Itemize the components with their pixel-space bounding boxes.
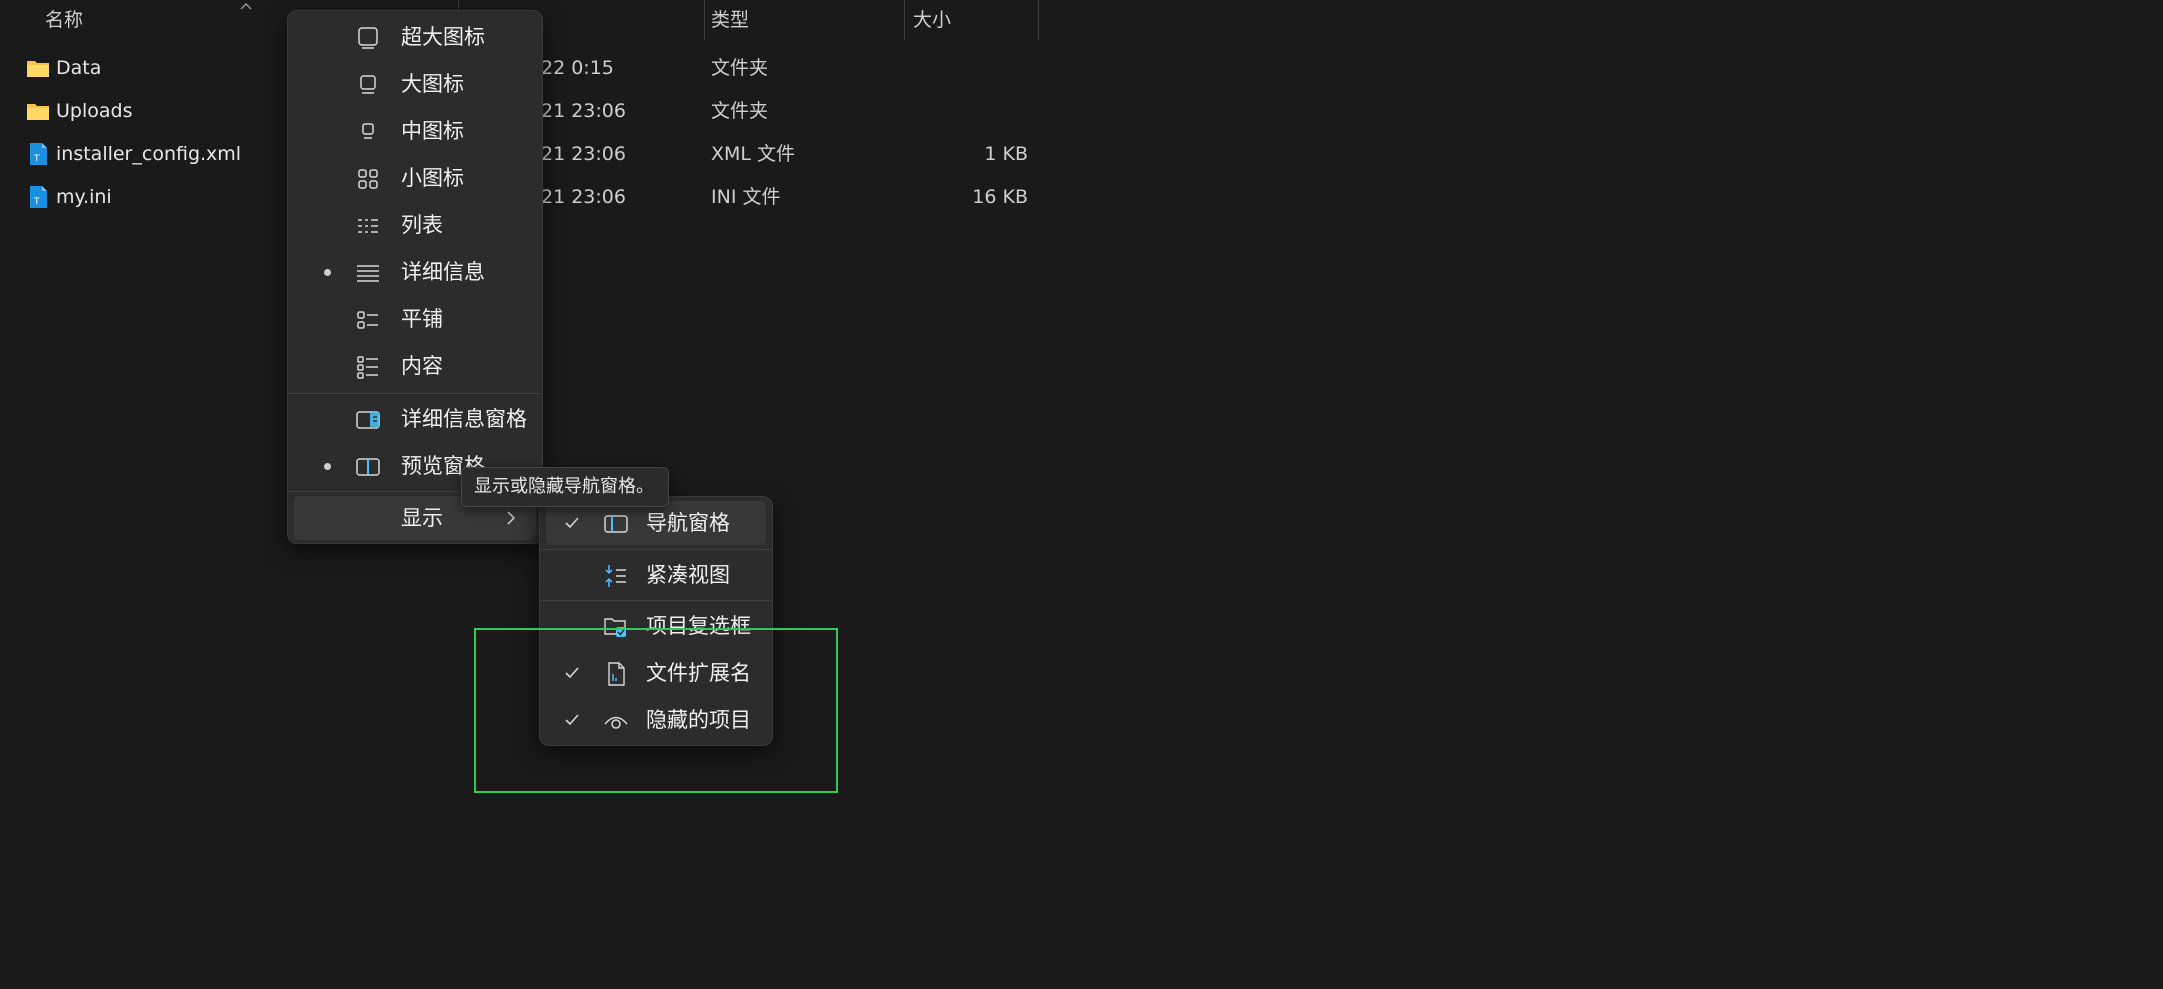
extra-large-icons-icon <box>358 27 378 49</box>
folder-icon <box>27 61 49 77</box>
file-type: INI 文件 <box>711 186 781 208</box>
file-date: 22 0:15 <box>541 57 614 79</box>
compact-view-icon <box>605 565 626 587</box>
medium-icons-icon <box>362 123 374 139</box>
list-icon <box>358 219 378 233</box>
selected-bullet <box>324 269 331 276</box>
menu-item-navigation-pane[interactable]: 导航窗格 <box>546 501 766 545</box>
menu-item-details-pane[interactable]: 详细信息窗格 <box>294 397 536 441</box>
svg-text:T: T <box>33 197 40 207</box>
menu-item-label: 超大图标 <box>401 25 485 49</box>
selected-bullet <box>324 463 331 470</box>
column-divider[interactable] <box>1038 0 1039 40</box>
checkmark-icon <box>565 517 579 529</box>
menu-item-content[interactable]: 内容 <box>294 344 536 388</box>
file-row-data[interactable]: Data <box>26 53 101 83</box>
column-divider[interactable] <box>704 0 705 40</box>
content-icon <box>357 356 378 379</box>
menu-item-large-icons[interactable]: 大图标 <box>294 62 536 106</box>
menu-item-details[interactable]: 详细信息 <box>294 250 536 294</box>
menu-separator <box>288 393 542 394</box>
svg-text:T: T <box>33 154 40 164</box>
file-name: my.ini <box>56 186 112 208</box>
menu-item-extra-large-icons[interactable]: 超大图标 <box>294 15 536 59</box>
menu-item-compact-view[interactable]: 紧凑视图 <box>546 553 766 597</box>
text-file-icon: T <box>30 143 47 165</box>
menu-item-small-icons[interactable]: 小图标 <box>294 156 536 200</box>
column-header-name[interactable]: 名称 <box>45 0 83 40</box>
large-icons-icon <box>360 75 376 94</box>
menu-item-label: 列表 <box>401 213 443 237</box>
view-menu: 超大图标 大图标 中图标 小图标 列表 详细信息 平铺 内容 详细信息窗格 预览… <box>287 10 543 544</box>
menu-item-label: 显示 <box>401 506 443 530</box>
menu-item-label: 平铺 <box>401 307 443 331</box>
selection-highlight-box <box>474 628 838 793</box>
file-row-installer-config[interactable]: T installer_config.xml <box>26 139 241 169</box>
chevron-right-icon <box>507 511 516 525</box>
tiles-icon <box>357 311 378 329</box>
column-divider[interactable] <box>904 0 905 40</box>
file-type: XML 文件 <box>711 143 796 165</box>
file-date: 21 23:06 <box>541 186 626 208</box>
file-date: 21 23:06 <box>541 100 626 122</box>
column-header-size[interactable]: 大小 <box>913 0 951 40</box>
menu-item-label: 导航窗格 <box>646 511 730 535</box>
menu-item-label: 紧凑视图 <box>646 563 730 587</box>
small-icons-icon <box>358 169 378 189</box>
file-name: installer_config.xml <box>56 143 242 165</box>
menu-item-label: 内容 <box>401 354 443 378</box>
details-pane-icon <box>356 411 380 429</box>
menu-item-label: 详细信息窗格 <box>401 407 527 431</box>
file-size: 16 KB <box>972 186 1028 208</box>
menu-item-label: 小图标 <box>401 166 464 190</box>
menu-item-medium-icons[interactable]: 中图标 <box>294 109 536 153</box>
file-row-my-ini[interactable]: T my.ini <box>26 182 112 212</box>
tooltip: 显示或隐藏导航窗格。 <box>461 467 669 507</box>
file-name: Data <box>56 57 102 79</box>
menu-item-list[interactable]: 列表 <box>294 203 536 247</box>
file-type: 文件夹 <box>711 57 769 79</box>
file-size: 1 KB <box>984 143 1028 165</box>
file-name: Uploads <box>56 100 133 122</box>
file-date: 21 23:06 <box>541 143 626 165</box>
file-explorer-window: 名称 类型 大小 Data 22 0:15 文件夹 Uploads 21 23:… <box>0 0 2163 989</box>
menu-item-tiles[interactable]: 平铺 <box>294 297 536 341</box>
file-type: 文件夹 <box>711 100 769 122</box>
preview-pane-icon <box>356 458 380 476</box>
sort-ascending-icon <box>240 3 252 10</box>
folder-icon <box>27 104 49 120</box>
navigation-pane-icon <box>604 515 628 533</box>
file-row-uploads[interactable]: Uploads <box>26 96 132 126</box>
menu-separator <box>540 600 772 601</box>
menu-item-label: 大图标 <box>401 72 464 96</box>
column-header-type[interactable]: 类型 <box>711 0 749 40</box>
text-file-icon: T <box>30 186 47 208</box>
menu-item-label: 中图标 <box>401 119 464 143</box>
menu-separator <box>540 549 772 550</box>
details-icon <box>357 265 379 282</box>
menu-item-label: 详细信息 <box>401 260 485 284</box>
